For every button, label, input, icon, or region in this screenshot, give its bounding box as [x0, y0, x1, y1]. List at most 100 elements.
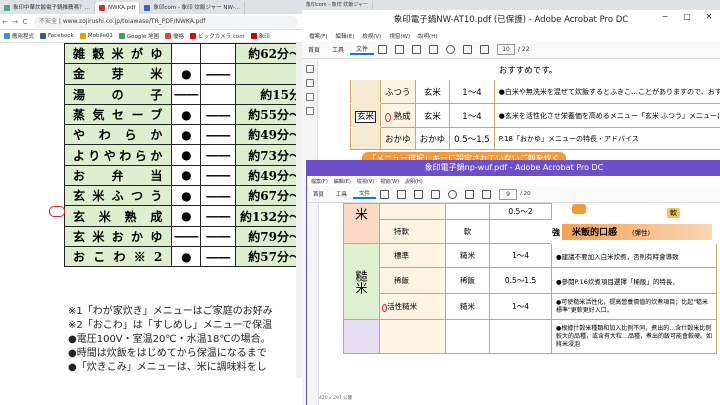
tools-tab[interactable]: 工具 [330, 190, 353, 198]
page-number-input[interactable]: 9 [499, 188, 518, 200]
reload-icon[interactable]: C [20, 18, 30, 26]
menu-cell-name: 玄米ふつう [63, 185, 173, 207]
search-icon[interactable] [446, 45, 456, 54]
pages-icon[interactable] [305, 79, 314, 87]
bookmark-icon [79, 33, 86, 39]
document-tab[interactable]: 文件 [350, 44, 375, 55]
bookmark-icon [190, 33, 197, 39]
menu-help[interactable]: 說明(H) [405, 178, 423, 185]
acrobat-window-2: 象印電子鍋np-wuf.pdf - Adobe Acrobat Pro DC 檔… [306, 160, 720, 405]
doc-table-2: 米 0.5～2 米飯的口感 (彈性) 強 軟 特軟 軟 糙米 標準 糙米 1～4… [343, 203, 717, 354]
document-tab[interactable]: 文件 [353, 189, 377, 199]
menu-cell-name: お弁当 [63, 164, 173, 187]
window-title: 象印電子鍋np-wuf.pdf - Adobe Acrobat Pro DC [307, 160, 720, 176]
menu-view[interactable]: 檢視(V) [357, 178, 374, 185]
page-up-icon[interactable] [463, 45, 473, 54]
email-icon[interactable] [429, 45, 439, 54]
bookmark-icon [4, 33, 10, 39]
bg-tab[interactable]: 象印com - 象印 炊飯ジャー [302, 1, 374, 10]
upload-icon[interactable] [395, 45, 405, 54]
menu-window[interactable]: 視窗(W) [380, 178, 399, 185]
page-total: / 22 [518, 46, 530, 53]
tools-tab[interactable]: 工具 [326, 45, 350, 54]
bookmark-item[interactable]: Mobile01 [79, 33, 113, 39]
menu-cell-line: ―― [200, 245, 236, 268]
minimize-icon[interactable]: − [654, 10, 676, 24]
url-input[interactable]: 不安全 | www.zojirushi.co.jp/toiawase/TR_PD… [34, 15, 298, 28]
bookmark-item[interactable]: 應用程式 [4, 32, 34, 40]
tab-label: NWKA.pdf [108, 5, 136, 11]
menu-cell-time: 約55分～ [234, 103, 302, 126]
back-icon[interactable]: ← [0, 18, 10, 26]
bookmark-label: 象印 [258, 34, 270, 40]
menu-cell-time: 約73分～ [234, 144, 302, 166]
table-row: ●根據什穀米種類和加入比例不同，煮出的…含什穀米比例較大的品種，或含有大粒…品種… [343, 319, 717, 354]
page-down-icon[interactable] [482, 189, 492, 199]
browser-tab-2[interactable]: NWKA.pdf [95, 2, 141, 14]
security-label: 不安全 [39, 17, 58, 25]
bookmark-item[interactable]: Facebook [40, 33, 74, 39]
menu-view[interactable]: 檢視(V) [362, 32, 381, 40]
url-text: www.zojirushi.co.jp/toiawase/TR_PDF/NWKA… [62, 17, 206, 25]
upload-icon[interactable] [397, 189, 407, 199]
bookmark-item[interactable]: ビックカメラ.com [190, 32, 245, 40]
menu-cell-time: 約49分～ [234, 164, 302, 187]
tab-label: 象印com - 象印 炊飯ジャー NW-… [153, 5, 241, 11]
menu-edit[interactable]: 編輯(E) [334, 178, 351, 185]
bookmark-label: Mobile01 [87, 33, 113, 39]
page-down-icon[interactable] [480, 45, 490, 54]
bookmark-item[interactable]: 象印 [250, 32, 270, 40]
menu-window[interactable]: 視窗(W) [389, 32, 410, 40]
menu-file[interactable]: 檔案(F) [309, 32, 327, 40]
menu-cell-name: おこわ※2 [63, 245, 173, 268]
menu-cell-dot: ● [171, 63, 202, 85]
menu-cell-line [200, 43, 236, 65]
table-row: よりやわらか ● ―― 約73分～ [63, 144, 302, 166]
lock-icon[interactable] [305, 65, 314, 73]
save-icon[interactable] [380, 189, 390, 199]
texture-diagram: 米飯的口感 (彈性) 強 軟 [551, 203, 717, 244]
menu-cell-name: 玄米おかゆ [63, 225, 173, 247]
browser-window: 象印中華炊飯電子鍋推薦嗎？… NWKA.pdf 象印com - 象印 炊飯ジャー… [0, 0, 302, 405]
save-icon[interactable] [378, 45, 388, 54]
menu-cell-name: 湯の子 [63, 83, 173, 105]
bookmark-item[interactable]: Google 地圖 [118, 32, 159, 40]
print-icon[interactable] [412, 45, 422, 54]
bookmark-icon [118, 33, 125, 39]
attachment-icon[interactable] [305, 107, 314, 115]
menu-cell-line [200, 83, 236, 105]
page-number-input[interactable]: 10 [497, 44, 516, 55]
menu-cell-line: ―― [200, 164, 236, 187]
menu-edit[interactable]: 編輯(E) [335, 32, 354, 40]
browser-tab-3[interactable]: 象印com - 象印 炊飯ジャー NW-… [140, 2, 246, 14]
table-row: 稀飯 稀飯 0.5～1.5 ●參閱P.16炊煮項目選擇「稀飯」的特長、 [344, 267, 717, 294]
menu-file[interactable]: 檔案(F) [311, 178, 328, 185]
table-row: 玄米熟成 ● ―― 約132分～ [63, 205, 302, 227]
red-circle-annotation [49, 206, 65, 217]
maximize-icon[interactable]: □ [676, 10, 698, 24]
close-icon[interactable]: ✕ [698, 10, 720, 24]
bookmark-icon[interactable] [305, 93, 314, 101]
home-tab[interactable]: 首頁 [302, 45, 326, 54]
home-tab[interactable]: 首頁 [307, 190, 330, 198]
print-icon[interactable] [414, 189, 424, 199]
window-controls: − □ ✕ [654, 10, 720, 24]
bookmark-label: ビックカメラ.com [198, 34, 245, 40]
toolbar: 首頁 工具 文件 10 / 22 [302, 41, 720, 59]
forward-icon[interactable]: → [10, 18, 20, 26]
bookmark-item[interactable]: 優格 [165, 32, 184, 40]
menu-help[interactable]: 說明(H) [418, 32, 437, 40]
bookmark-icon [165, 33, 172, 39]
address-bar: ← → C 不安全 | www.zojirushi.co.jp/toiawase… [0, 14, 302, 30]
table-row: 金芽米 ● ―― [63, 63, 302, 85]
menu-cell-dot: ● [171, 144, 202, 166]
search-icon[interactable] [448, 189, 458, 199]
menu-cell-name: よりやわらか [63, 144, 173, 166]
email-icon[interactable] [431, 189, 441, 199]
table-row: おかゆ おかゆ 0.5～1.5 P.18「おかゆ」メニューの特長・アドバイス [349, 127, 720, 150]
table-row: 玄米 熟成 玄米 1～4 ●玄米を活性化させ栄養価を高めるメニュー「玄米 ふつう… [349, 103, 720, 128]
toolbar: 首頁 工具 文件 9 / 20 [307, 186, 720, 203]
browser-tab-1[interactable]: 象印中華炊飯電子鍋推薦嗎？… [0, 2, 96, 14]
page-up-icon[interactable] [465, 189, 475, 199]
note-line: ※2「おこわ」は「すしめし」メニューで保温 [68, 320, 273, 331]
